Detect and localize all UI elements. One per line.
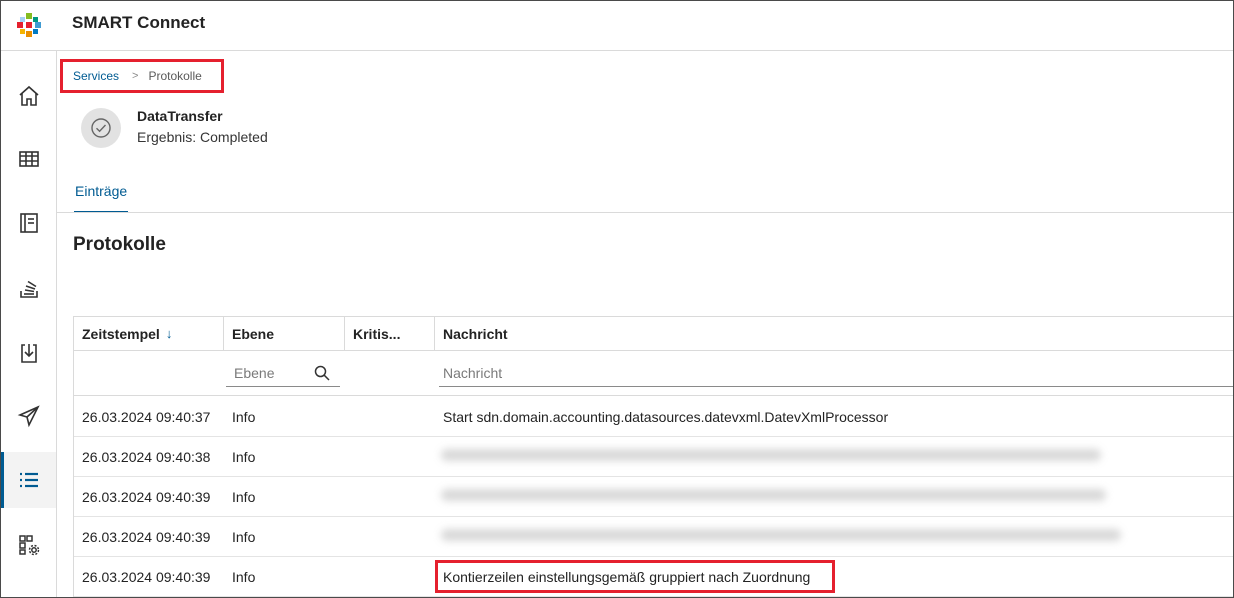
filter-row bbox=[74, 351, 1233, 396]
list-icon bbox=[19, 472, 38, 488]
book-icon bbox=[19, 213, 38, 233]
level-cell: Info bbox=[232, 448, 256, 465]
column-header-ebene[interactable]: Ebene bbox=[224, 317, 345, 350]
top-bar: SMART Connect bbox=[1, 1, 1233, 51]
level-cell: Info bbox=[232, 488, 256, 505]
column-label: Zeitstempel bbox=[82, 325, 160, 342]
redacted-line bbox=[441, 489, 1106, 501]
timestamp-cell: 26.03.2024 09:40:39 bbox=[82, 528, 211, 545]
highlighted-message: Kontierzeilen einstellungsgemäß gruppier… bbox=[435, 560, 835, 593]
sort-down-icon: ↓ bbox=[165, 326, 173, 341]
tab-eintraege[interactable]: Einträge bbox=[74, 181, 129, 213]
filter-cell-empty bbox=[345, 351, 435, 395]
level-cell: Info bbox=[232, 568, 256, 585]
section-title: Protokolle bbox=[73, 234, 166, 255]
table-icon bbox=[18, 151, 39, 167]
criticality-cell bbox=[345, 397, 435, 436]
breadcrumb-services-link[interactable]: Services bbox=[73, 69, 119, 83]
nav-home[interactable] bbox=[1, 68, 56, 124]
column-label: Kritis... bbox=[353, 325, 401, 342]
column-label: Ebene bbox=[232, 325, 275, 342]
search-icon[interactable] bbox=[314, 365, 330, 381]
nachricht-filter-input[interactable] bbox=[443, 364, 1233, 381]
nav-book[interactable] bbox=[1, 195, 56, 251]
timestamp-cell: 26.03.2024 09:40:38 bbox=[82, 448, 211, 465]
app-window: SMART Connect Services > Protokolle Data… bbox=[0, 0, 1234, 598]
sidebar bbox=[1, 51, 57, 597]
breadcrumb-separator: > bbox=[132, 70, 139, 82]
column-label: Nachricht bbox=[443, 325, 508, 342]
grid-settings-icon bbox=[18, 535, 39, 556]
logo-icon bbox=[16, 12, 42, 38]
table-row[interactable]: 26.03.2024 09:40:37 Info Start sdn.domai… bbox=[74, 397, 1233, 437]
ebene-filter[interactable] bbox=[226, 359, 340, 387]
breadcrumb-current: Protokolle bbox=[148, 69, 202, 83]
level-cell: Info bbox=[232, 408, 256, 425]
redacted-line bbox=[441, 529, 1121, 541]
filter-cell-empty bbox=[74, 351, 224, 395]
message-cell: Start sdn.domain.accounting.datasources.… bbox=[443, 408, 889, 425]
column-header-zeitstempel[interactable]: Zeitstempel ↓ bbox=[74, 317, 224, 350]
home-icon bbox=[18, 85, 39, 106]
job-name: DataTransfer bbox=[137, 108, 223, 124]
table-header: Zeitstempel ↓ Ebene Kritis... Nachricht bbox=[74, 317, 1233, 351]
nav-logs[interactable] bbox=[1, 452, 56, 508]
check-circle-icon bbox=[91, 118, 111, 138]
timestamp-cell: 26.03.2024 09:40:39 bbox=[82, 488, 211, 505]
redacted-messages bbox=[431, 441, 1161, 546]
criticality-cell bbox=[345, 477, 435, 516]
app-title: SMART Connect bbox=[72, 13, 206, 32]
timestamp-cell: 26.03.2024 09:40:37 bbox=[82, 408, 211, 425]
filter-cell-nachricht bbox=[435, 351, 1233, 395]
nav-settings[interactable] bbox=[1, 517, 56, 573]
column-header-kritis[interactable]: Kritis... bbox=[345, 317, 435, 350]
stack-icon bbox=[19, 280, 38, 298]
column-header-nachricht[interactable]: Nachricht bbox=[435, 317, 1233, 350]
filter-cell-ebene bbox=[224, 351, 345, 395]
import-icon bbox=[20, 344, 37, 363]
status-circle bbox=[81, 108, 121, 148]
job-result: Ergebnis: Completed bbox=[137, 129, 268, 145]
criticality-cell bbox=[345, 437, 435, 476]
nav-send[interactable] bbox=[1, 388, 56, 444]
nav-import[interactable] bbox=[1, 325, 56, 381]
send-icon bbox=[17, 405, 40, 428]
level-cell: Info bbox=[232, 528, 256, 545]
redacted-line bbox=[441, 449, 1101, 461]
nachricht-filter[interactable] bbox=[439, 359, 1233, 387]
breadcrumb: Services > Protokolle bbox=[60, 59, 224, 93]
nav-stack[interactable] bbox=[1, 261, 56, 317]
tabs-divider bbox=[57, 212, 1233, 213]
criticality-cell bbox=[345, 557, 435, 596]
nav-table[interactable] bbox=[1, 131, 56, 187]
criticality-cell bbox=[345, 517, 435, 556]
timestamp-cell: 26.03.2024 09:40:39 bbox=[82, 568, 211, 585]
